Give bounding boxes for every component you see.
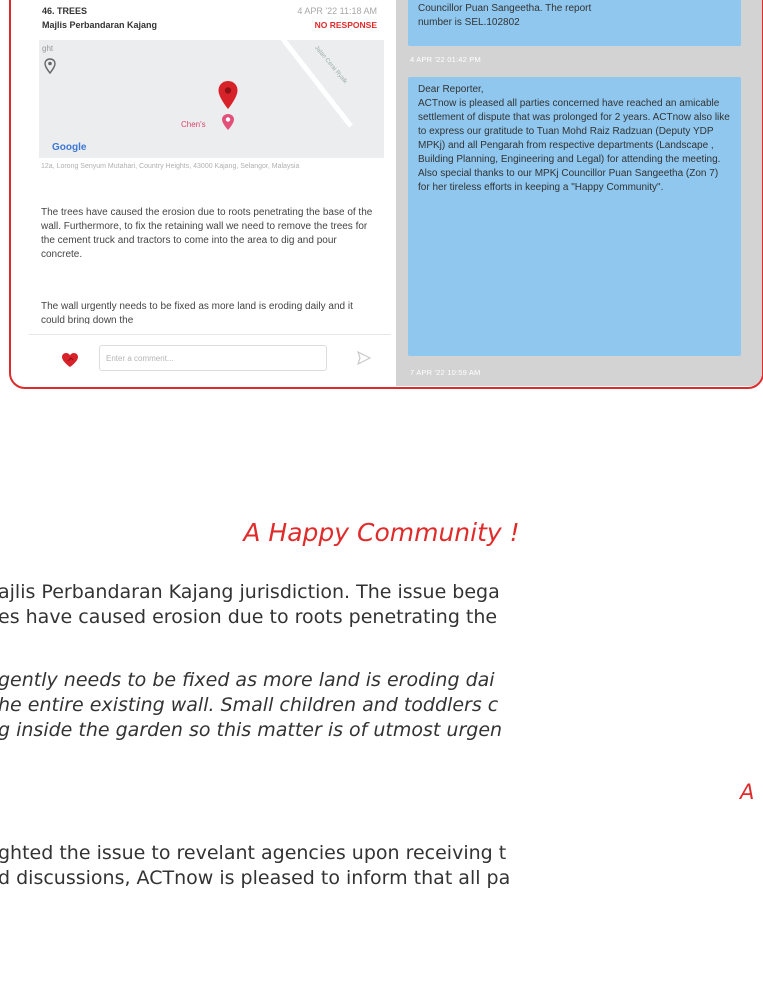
chat-message-body: ACTnow is pleased all parties concerned … xyxy=(418,98,730,193)
chat-bubble-line: number is SEL.102802 xyxy=(418,17,520,28)
send-icon[interactable] xyxy=(357,351,371,365)
chat-greeting: Dear Reporter, xyxy=(418,84,484,95)
report-description: The trees have caused the erosion due to… xyxy=(41,207,373,260)
report-header: 46. TREES Majlis Perbandaran Kajang 4 AP… xyxy=(42,5,377,41)
google-logo: Google xyxy=(52,142,87,153)
chat-bubble: Councillor Puan Sangeetha. The report nu… xyxy=(408,0,741,46)
council-name: Majlis Perbandaran Kajang xyxy=(42,20,158,30)
article-paragraph-line: ajlis Perbandaran Kajang jurisdiction. T… xyxy=(0,581,500,603)
poi-pin-icon xyxy=(222,114,234,130)
location-map[interactable]: Jalan Cerai Ryalk ght Chen's Google xyxy=(39,40,384,158)
article-paragraph-line: es have caused erosion due to roots pene… xyxy=(0,606,498,628)
chat-bubble-line: Councillor Puan Sangeetha. The report xyxy=(418,3,592,14)
section-heading: A Happy Community ! xyxy=(243,518,520,547)
article-quote-line: g inside the garden so this matter is of… xyxy=(0,719,503,741)
article-paragraph-line: d discussions, ACTnow is pleased to info… xyxy=(0,867,511,889)
map-corner-label: ght xyxy=(42,44,54,53)
comment-bar xyxy=(39,340,384,376)
message-timestamp: 4 APR '22 01:42 PM xyxy=(410,55,481,64)
map-poi-grey-icon xyxy=(44,58,56,74)
article-paragraph-line: ghted the issue to revelant agencies upo… xyxy=(0,842,507,864)
report-timestamp: 4 APR '22 11:18 AM xyxy=(297,6,377,16)
report-description-continued: The wall urgently needs to be fixed as m… xyxy=(41,301,353,324)
map-pin-icon[interactable] xyxy=(217,80,239,110)
status-badge: NO RESPONSE xyxy=(314,20,377,30)
map-road xyxy=(275,40,353,128)
chat-panel: Councillor Puan Sangeetha. The report nu… xyxy=(396,0,762,386)
article-quote-line: he entire existing wall. Small children … xyxy=(0,694,499,716)
chat-bubble: Dear Reporter, ACTnow is pleased all par… xyxy=(408,77,741,356)
report-card: 46. TREES Majlis Perbandaran Kajang 4 AP… xyxy=(9,0,763,389)
divider xyxy=(29,334,391,335)
poi-label: Chen's xyxy=(181,120,206,129)
heart-icon[interactable] xyxy=(61,352,79,368)
report-address: 12a, Lorong Senyum Mutahari, Country Hei… xyxy=(41,163,300,170)
map-road-label: Jalan Cerai Ryalk xyxy=(313,45,348,85)
report-title: 46. TREES xyxy=(42,6,88,16)
message-timestamp: 7 APR '22 10:59 AM xyxy=(410,368,481,377)
section-heading-partial: A xyxy=(740,780,755,804)
article-quote-line: gently needs to be fixed as more land is… xyxy=(0,669,495,691)
comment-input[interactable] xyxy=(99,345,327,371)
report-panel: 46. TREES Majlis Perbandaran Kajang 4 AP… xyxy=(29,0,391,386)
